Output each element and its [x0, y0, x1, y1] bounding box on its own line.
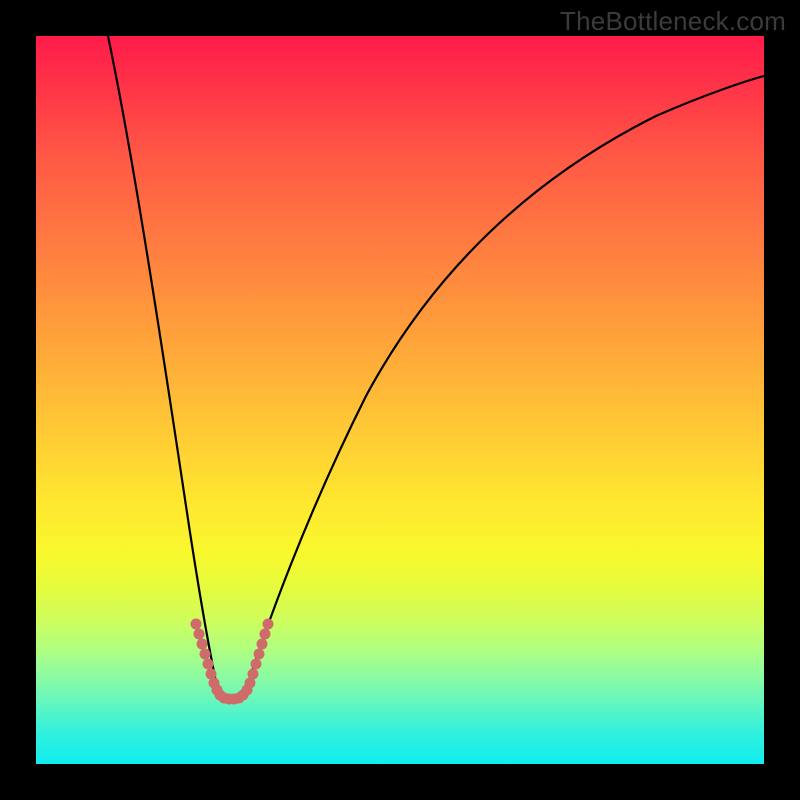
curve-highlight: [191, 619, 274, 705]
chart-curves: [36, 36, 764, 764]
chart-frame: TheBottleneck.com: [0, 0, 800, 800]
curve-main: [108, 36, 764, 696]
brand-watermark: TheBottleneck.com: [560, 6, 786, 37]
